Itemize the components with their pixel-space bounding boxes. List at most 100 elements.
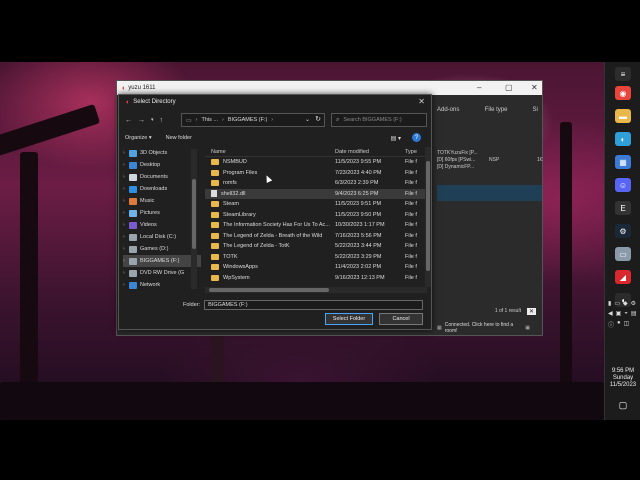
mouse-icon[interactable]: ▮ <box>608 300 611 307</box>
nav-item[interactable]: › 3D Objects <box>123 147 201 159</box>
chrome-icon[interactable]: ◉ <box>615 86 631 100</box>
clear-search-icon[interactable]: ✕ <box>526 307 536 315</box>
up-arrow-icon[interactable]: ↑ <box>160 117 164 124</box>
select-folder-button[interactable]: Select Folder <box>325 313 373 325</box>
cancel-button[interactable]: Cancel <box>379 313 423 325</box>
recent-chevron-icon[interactable]: ▾ <box>151 117 154 123</box>
clock[interactable]: 9:56 PM Sunday 11/5/2023 <box>607 368 639 389</box>
monitor-icon[interactable]: ▭ <box>614 300 620 307</box>
steam-icon[interactable]: ⚙ <box>615 224 631 238</box>
discord-icon[interactable]: ☺ <box>615 178 631 192</box>
nav-item-label: Downloads <box>140 186 168 192</box>
file-row[interactable]: SteamLibrary 11/5/2023 9:50 PM File f <box>205 210 427 221</box>
folder-input[interactable]: BIGGAMES (F:) <box>204 299 423 310</box>
nav-item[interactable]: › Music <box>123 195 201 207</box>
shield-icon[interactable]: ◆ <box>623 300 628 307</box>
notification-icon[interactable]: ▢ <box>615 398 631 412</box>
address-dropdown-icon[interactable]: ⌄ <box>305 116 310 123</box>
file-row[interactable]: WpSystem 9/16/2023 12:13 PM File f <box>205 273 427 284</box>
edge-icon[interactable]: ◐ <box>615 132 631 146</box>
file-name-cell: TOTK <box>205 253 331 260</box>
maximize-icon[interactable]: ▢ <box>505 83 513 92</box>
file-row[interactable]: The Information Society Has For Us To Ac… <box>205 220 427 231</box>
amd-icon[interactable]: ◢ <box>615 270 631 284</box>
view-options-icon[interactable]: ▤ ▾ <box>391 135 401 142</box>
nav-scrollbar[interactable] <box>191 149 197 289</box>
col-file-type[interactable]: File type <box>485 107 533 117</box>
game-row-selected[interactable] <box>437 185 542 201</box>
file-explorer-icon[interactable]: ▬ <box>615 109 631 123</box>
file-list-hscrollbar[interactable] <box>205 287 427 293</box>
file-row[interactable]: romfs 6/3/2023 2:39 PM File f <box>205 178 427 189</box>
gamepad-icon[interactable]: ◫ <box>624 320 630 329</box>
minimize-icon[interactable]: – <box>477 83 481 92</box>
file-type: File f <box>405 180 417 187</box>
header-type[interactable]: Type <box>401 149 427 155</box>
controller-icon[interactable]: ◒ <box>624 310 628 317</box>
addon-line: [D] 60fps [PSwi... <box>437 157 476 163</box>
dialog-close-icon[interactable]: ✕ <box>418 97 425 106</box>
address-bar[interactable]: ▭ › This ... › BIGGAMES (F:) › ⌄ ↻ <box>181 113 325 127</box>
disk-icon <box>129 233 137 241</box>
menu-icon[interactable]: ≡ <box>615 67 631 81</box>
folder-icon <box>211 201 219 208</box>
file-list: Name Date modified Type NSMBUD 11/5/2023 … <box>205 147 427 295</box>
network-tray-icon[interactable]: ▤ <box>631 310 637 317</box>
file-name-cell: The Legend of Zelda - Breath of the Wild <box>205 232 331 239</box>
help-icon[interactable]: ? <box>412 133 421 142</box>
nav-item[interactable]: › DVD RW Drive (G <box>123 267 201 279</box>
addon-line: [D] DynamicFP... <box>437 164 475 170</box>
nav-item[interactable]: › Desktop <box>123 159 201 171</box>
file-date: 6/3/2023 2:39 PM <box>335 180 379 187</box>
file-date: 11/5/2023 9:55 PM <box>335 159 382 166</box>
status-icon[interactable]: ● <box>617 320 621 329</box>
search-icon: ⌕ <box>336 116 340 123</box>
file-row[interactable]: The Legend of Zelda - Breath of the Wild… <box>205 231 427 242</box>
file-name: TOTK <box>223 253 238 260</box>
close-icon[interactable]: ✕ <box>531 83 538 92</box>
drive-icon[interactable]: ▭ <box>615 247 631 261</box>
back-arrow-icon[interactable]: ← <box>125 117 132 124</box>
connection-status[interactable]: Connected. Click here to find a room! <box>445 322 523 334</box>
breadcrumb-this-pc[interactable]: This ... <box>202 117 219 123</box>
nav-item[interactable]: › BIGGAMES (F:) <box>123 255 201 267</box>
file-row[interactable]: NSMBUD 11/5/2023 9:55 PM File f <box>205 157 427 168</box>
file-row[interactable]: The Legend of Zelda - TotK 5/22/2023 3:44… <box>205 241 427 252</box>
col-addons[interactable]: Add-ons <box>437 107 485 117</box>
nav-item[interactable]: › Downloads <box>123 183 201 195</box>
room-icon[interactable]: ▣ <box>525 325 530 331</box>
file-row[interactable]: Program Files 7/23/2023 4:40 PM File f <box>205 168 427 179</box>
store-icon[interactable]: ▦ <box>615 155 631 169</box>
navigation-bar: ← → ▾ ↑ ▭ › This ... › BIGGAMES (F:) › ⌄… <box>125 113 427 127</box>
file-name: shell32.dll <box>221 190 246 197</box>
new-folder-button[interactable]: New folder <box>166 135 192 141</box>
nav-item[interactable]: › Documents <box>123 171 201 183</box>
col-size[interactable]: Si <box>532 107 542 117</box>
header-date[interactable]: Date modified <box>331 149 401 155</box>
nav-item[interactable]: › Games (D:) <box>123 243 201 255</box>
nav-item-label: BIGGAMES (F:) <box>140 258 180 264</box>
game-addons: TOTKYuzuFix [P... [D] 60fps [PSwi... [D]… <box>437 150 478 171</box>
header-name[interactable]: Name <box>205 149 331 155</box>
chat-icon[interactable]: ▣ <box>616 310 622 317</box>
addon-line: TOTKYuzuFix [P... <box>437 150 478 156</box>
file-row[interactable]: TOTK 5/22/2023 3:29 PM File f <box>205 252 427 263</box>
file-list-scrollbar[interactable] <box>425 147 431 287</box>
file-row[interactable]: Steam 11/5/2023 9:51 PM File f <box>205 199 427 210</box>
volume-icon[interactable]: ◀ <box>608 310 613 317</box>
nav-item[interactable]: › Pictures <box>123 207 201 219</box>
nav-item[interactable]: › Local Disk (C:) <box>123 231 201 243</box>
refresh-icon[interactable]: ↻ <box>315 115 321 123</box>
info-icon[interactable]: ⓘ <box>608 320 614 329</box>
breadcrumb-biggames[interactable]: BIGGAMES (F:) <box>228 117 267 123</box>
file-row[interactable]: shell32.dll 9/4/2023 6:25 PM File f <box>205 188 427 199</box>
steam-tray-icon[interactable]: ⚙ <box>631 300 636 307</box>
nav-item[interactable]: › Network <box>123 279 201 291</box>
search-box[interactable]: ⌕ Search BIGGAMES (F:) <box>331 113 427 127</box>
file-type: File f <box>405 253 417 260</box>
nav-item[interactable]: › Videos <box>123 219 201 231</box>
file-row[interactable]: WindowsApps 11/4/2023 2:02 PM File f <box>205 262 427 273</box>
organize-button[interactable]: Organize ▾ <box>125 135 152 141</box>
epic-games-icon[interactable]: E <box>615 201 631 215</box>
forward-arrow-icon[interactable]: → <box>138 117 145 124</box>
